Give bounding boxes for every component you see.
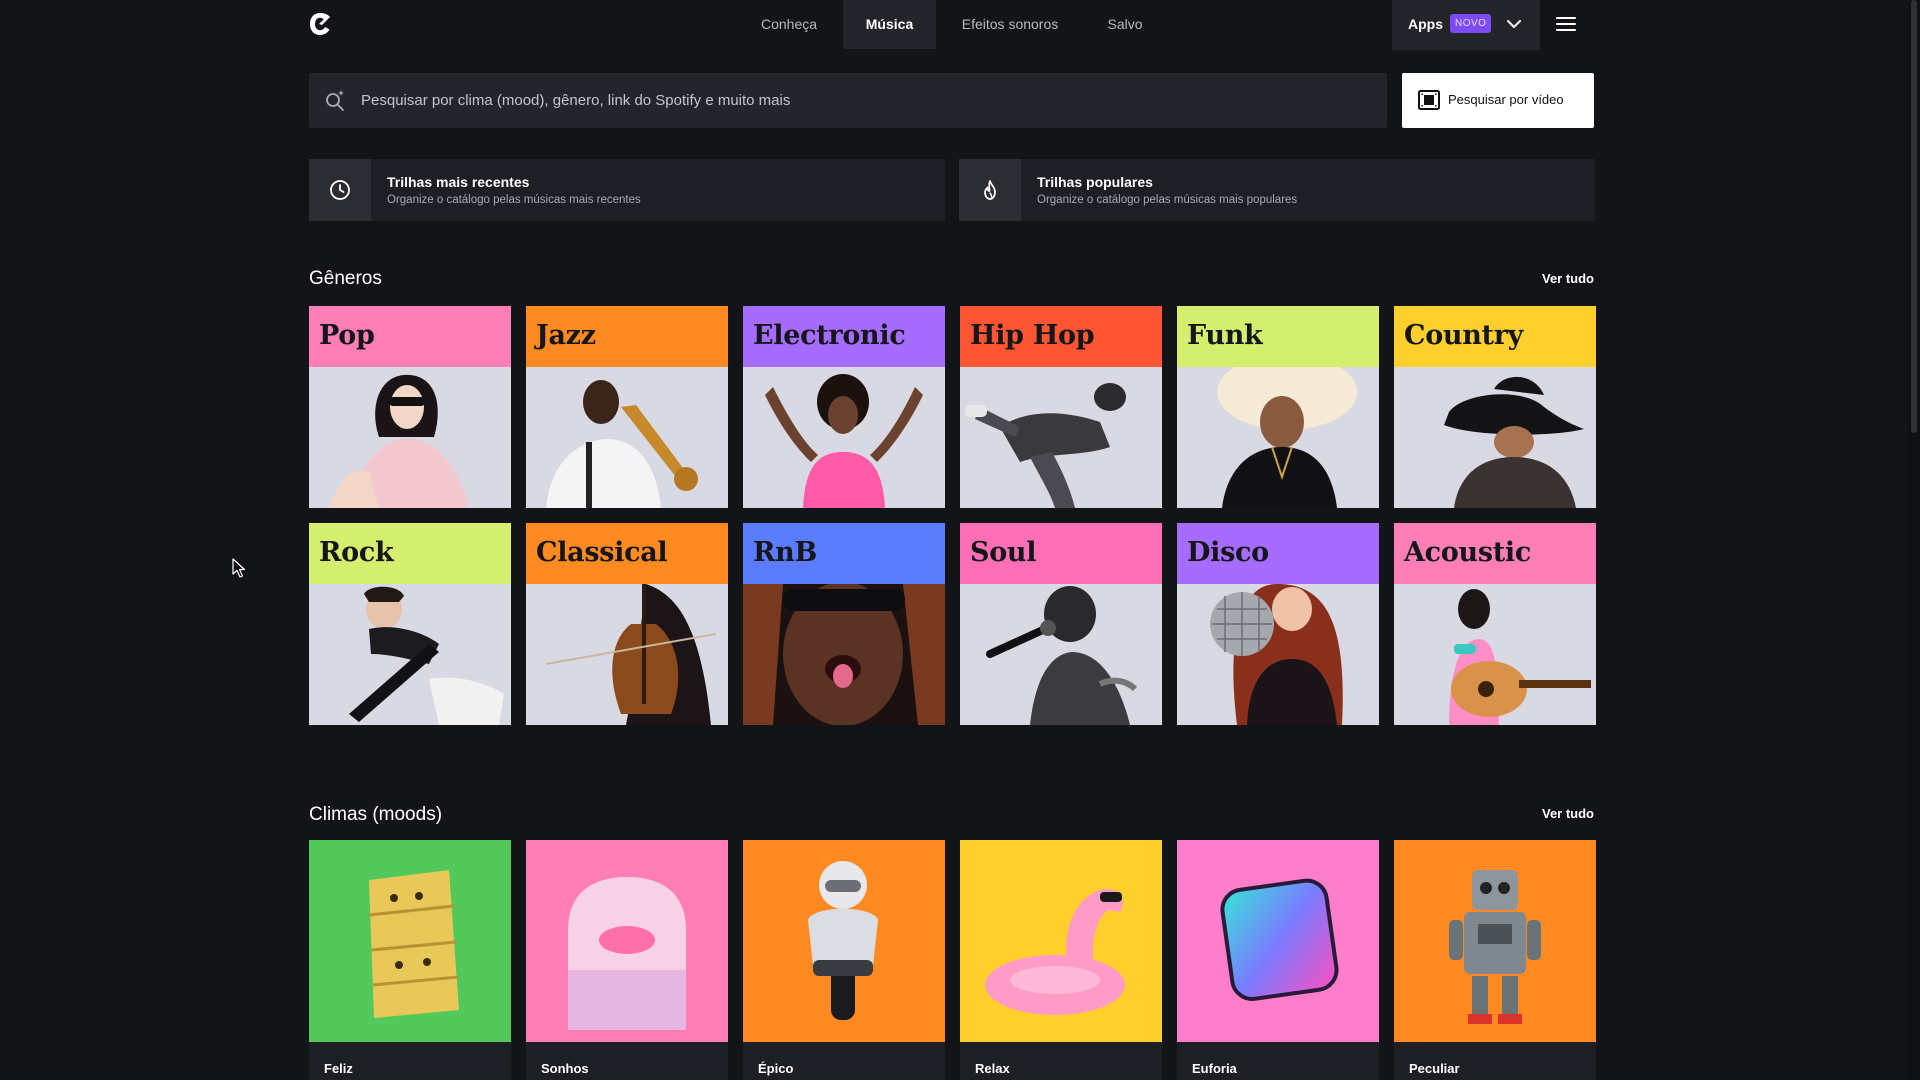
sort-card-recent[interactable]: Trilhas mais recentes Organize o catálog… (309, 159, 945, 221)
genre-card-title: Country (1404, 320, 1524, 351)
genre-photo (1394, 367, 1596, 508)
apps-label: Apps (1408, 16, 1443, 32)
genre-card-title: RnB (753, 537, 817, 568)
flame-icon (984, 180, 996, 200)
genre-card-hip-hop[interactable]: Hip Hop (960, 306, 1162, 508)
sort-card-title: Trilhas populares (1037, 174, 1153, 190)
search-by-video-button[interactable]: Pesquisar por vídeo (1402, 73, 1594, 128)
scrollbar-thumb[interactable] (1911, 0, 1917, 433)
genre-photo (960, 367, 1162, 508)
search-bar (309, 73, 1387, 128)
clock-icon (330, 180, 350, 200)
sort-card-subtitle: Organize o catálogo pelas músicas mais p… (1037, 194, 1298, 206)
genre-card-country[interactable]: Country (1394, 306, 1596, 508)
sort-card-title: Trilhas mais recentes (387, 174, 530, 190)
new-badge: NOVO (1450, 14, 1492, 33)
nav-item-conheca[interactable]: Conheça (748, 0, 830, 49)
apps-dropdown[interactable]: Apps NOVO (1392, 0, 1540, 50)
genre-photo (1177, 367, 1379, 508)
genre-photo (309, 367, 511, 508)
genre-photo (526, 584, 728, 725)
genre-card-title: Acoustic (1404, 537, 1531, 568)
moods-section-title: Climas (moods) (309, 804, 443, 825)
brand-logo-icon[interactable] (309, 12, 331, 36)
moods-see-all-link[interactable]: Ver tudo (1500, 806, 1594, 821)
genre-photo (309, 584, 511, 725)
genre-card-title: Rock (319, 537, 394, 568)
hamburger-menu-icon[interactable] (1555, 13, 1577, 35)
nav-item-salvo[interactable]: Salvo (1094, 0, 1156, 49)
genre-card-classical[interactable]: Classical (526, 523, 728, 725)
mood-image (1177, 840, 1379, 1042)
search-by-video-label: Pesquisar por vídeo (1448, 92, 1564, 107)
genres-see-all-link[interactable]: Ver tudo (1500, 271, 1594, 286)
nav-item-musica[interactable]: Música (843, 0, 936, 49)
genre-card-title: Soul (970, 537, 1037, 568)
mouse-pointer-icon (232, 558, 246, 578)
search-input[interactable] (361, 73, 1371, 128)
sort-card-icon-box (959, 159, 1021, 221)
nav-item-efeitos-sonoros[interactable]: Efeitos sonoros (948, 0, 1072, 49)
mood-card-sonhos[interactable]: Sonhos (526, 840, 728, 1080)
genre-card-rnb[interactable]: RnB (743, 523, 945, 725)
ai-search-icon (326, 90, 344, 111)
genre-photo (526, 367, 728, 508)
genre-card-title: Hip Hop (970, 320, 1095, 351)
genre-card-title: Funk (1187, 320, 1263, 351)
mood-card-title: Sonhos (541, 1061, 589, 1076)
genres-section-title: Gêneros (309, 268, 382, 289)
mood-card-title: Peculiar (1409, 1061, 1460, 1076)
genre-card-pop[interactable]: Pop (309, 306, 511, 508)
genre-card-disco[interactable]: Disco (1177, 523, 1379, 725)
mood-image (309, 840, 511, 1042)
chevron-down-icon (1507, 20, 1521, 28)
genre-photo (743, 367, 945, 508)
genre-card-title: Pop (319, 320, 375, 351)
mood-image (526, 840, 728, 1042)
genre-card-funk[interactable]: Funk (1177, 306, 1379, 508)
genre-card-title: Classical (536, 537, 668, 568)
genre-card-jazz[interactable]: Jazz (526, 306, 728, 508)
mood-card-title: Feliz (324, 1061, 353, 1076)
mood-card-relax[interactable]: Relax (960, 840, 1162, 1080)
mood-card-title: Euforia (1192, 1061, 1237, 1076)
genre-card-title: Jazz (536, 320, 596, 351)
page-scrollbar[interactable] (1908, 0, 1920, 1080)
genre-card-soul[interactable]: Soul (960, 523, 1162, 725)
sort-card-popular[interactable]: Trilhas populares Organize o catálogo pe… (959, 159, 1595, 221)
mood-image (743, 840, 945, 1042)
mood-card-title: Épico (758, 1061, 794, 1076)
top-navigation-bar: Conheça Música Efeitos sonoros Salvo App… (0, 0, 1908, 50)
genre-card-rock[interactable]: Rock (309, 523, 511, 725)
mood-card-title: Relax (975, 1061, 1010, 1076)
mood-card-euforia[interactable]: Euforia (1177, 840, 1379, 1080)
mood-card-epico[interactable]: Épico (743, 840, 945, 1080)
sort-card-icon-box (309, 159, 371, 221)
genre-card-title: Electronic (753, 320, 906, 351)
genre-photo (743, 584, 945, 725)
mood-image (1394, 840, 1596, 1042)
mood-card-peculiar[interactable]: Peculiar (1394, 840, 1596, 1080)
genre-card-electronic[interactable]: Electronic (743, 306, 945, 508)
video-frame-icon (1418, 90, 1440, 110)
genre-card-title: Disco (1187, 537, 1269, 568)
sort-card-subtitle: Organize o catálogo pelas músicas mais r… (387, 194, 641, 206)
genre-photo (1177, 584, 1379, 725)
mood-card-feliz[interactable]: Feliz (309, 840, 511, 1080)
genre-photo (960, 584, 1162, 725)
genre-card-acoustic[interactable]: Acoustic (1394, 523, 1596, 725)
mood-image (960, 840, 1162, 1042)
genre-photo (1394, 584, 1596, 725)
